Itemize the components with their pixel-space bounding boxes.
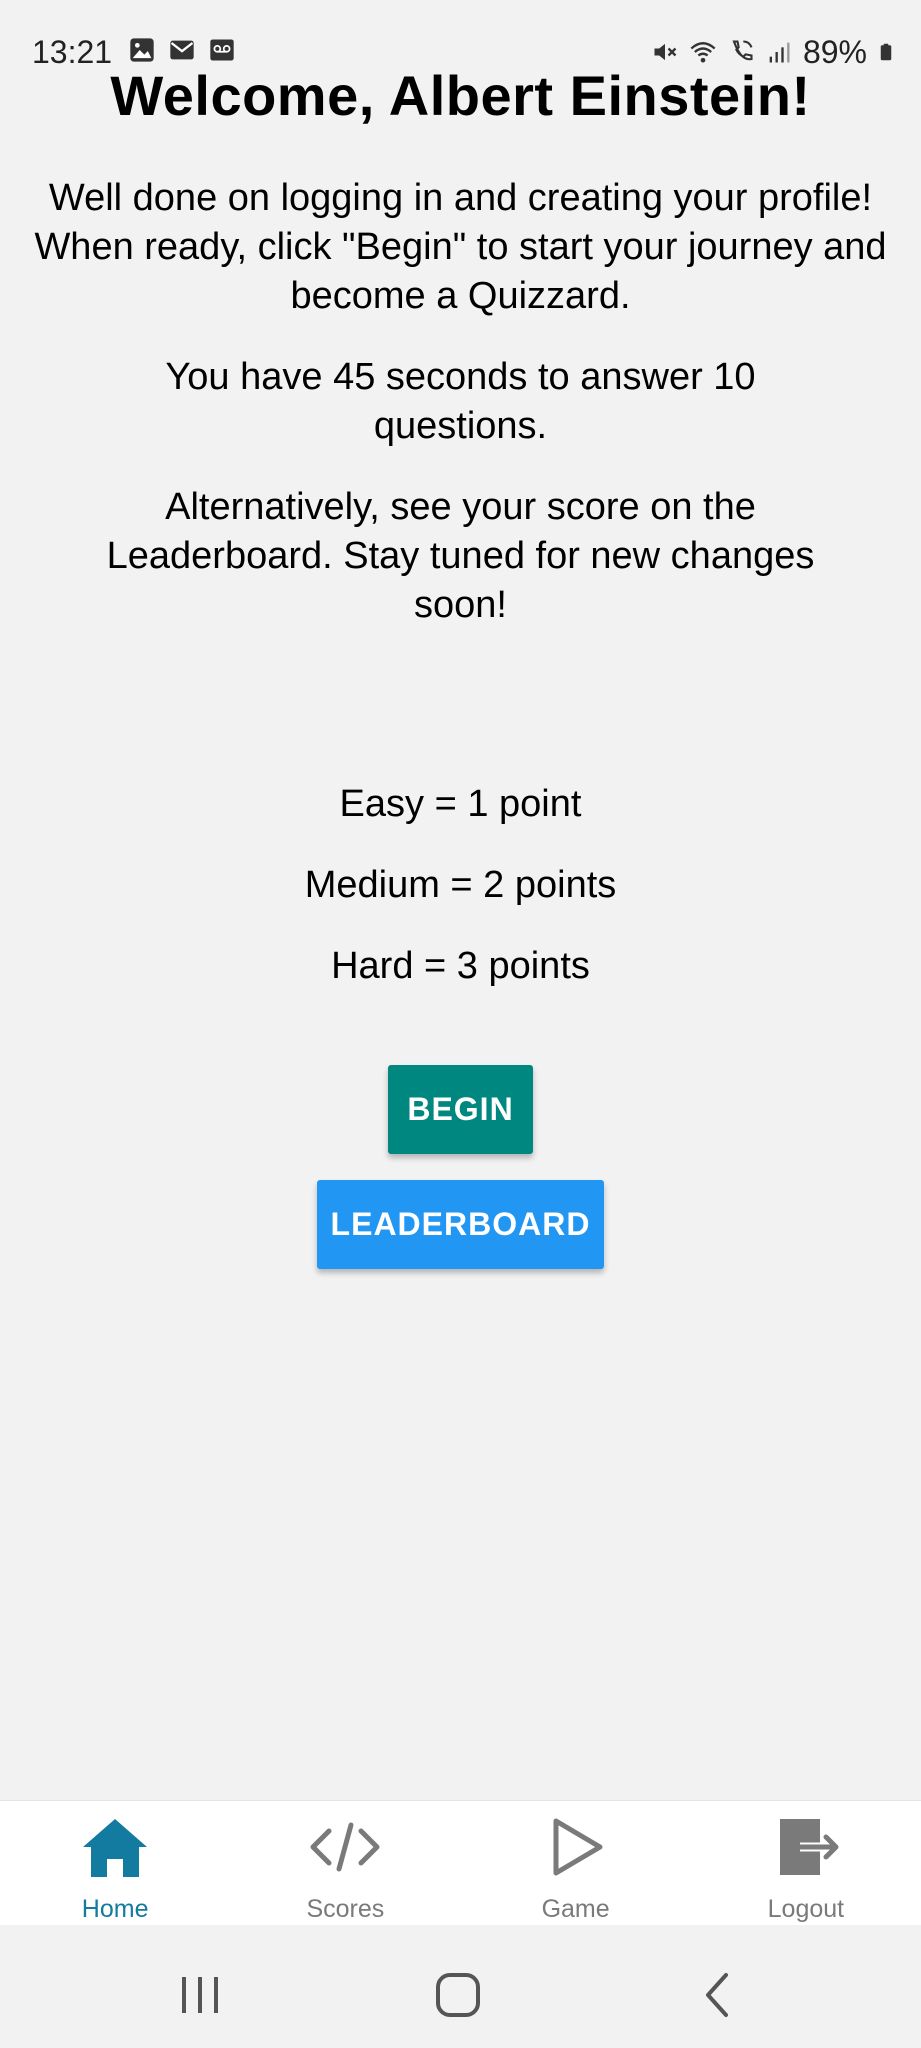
system-nav-bar xyxy=(0,1925,921,2048)
logout-icon xyxy=(779,1819,839,1875)
welcome-content: Welcome, Albert Einstein! Well done on l… xyxy=(0,60,921,1269)
home-button-icon[interactable] xyxy=(428,1965,488,2025)
nav-label-logout: Logout xyxy=(767,1895,845,1923)
points-easy: Easy = 1 point xyxy=(339,783,582,825)
nav-item-logout[interactable]: Logout xyxy=(691,1801,921,1926)
nav-item-game[interactable]: Game xyxy=(461,1801,691,1926)
leaderboard-paragraph: Alternatively, see your score on the Lea… xyxy=(106,486,815,626)
nav-label-game: Game xyxy=(541,1895,610,1923)
nav-label-scores: Scores xyxy=(306,1895,385,1923)
time-limit-paragraph: You have 45 seconds to answer 10 questio… xyxy=(165,356,756,447)
recent-apps-icon[interactable] xyxy=(170,1965,230,2025)
play-icon xyxy=(553,1818,603,1876)
back-icon[interactable] xyxy=(688,1965,748,2025)
points-medium: Medium = 2 points xyxy=(304,864,617,906)
page-title: Welcome, Albert Einstein! xyxy=(110,64,811,127)
home-icon xyxy=(83,1819,148,1877)
nav-label-home: Home xyxy=(81,1895,149,1923)
bottom-nav: Home Scores Game Logout xyxy=(0,1800,921,1926)
code-icon xyxy=(310,1822,380,1872)
points-hard: Hard = 3 points xyxy=(331,945,590,987)
points-list: Easy = 1 point Medium = 2 points Hard = … xyxy=(0,780,921,991)
leaderboard-button[interactable]: LEADERBOARD xyxy=(317,1180,604,1269)
nav-item-scores[interactable]: Scores xyxy=(230,1801,460,1926)
app-screen: 13:21 89% Welcome, Albert Einstein! Well… xyxy=(0,0,921,2048)
nav-item-home[interactable]: Home xyxy=(0,1801,230,1926)
intro-paragraph: Well done on logging in and creating you… xyxy=(34,177,887,317)
begin-button[interactable]: BEGIN xyxy=(388,1065,533,1154)
